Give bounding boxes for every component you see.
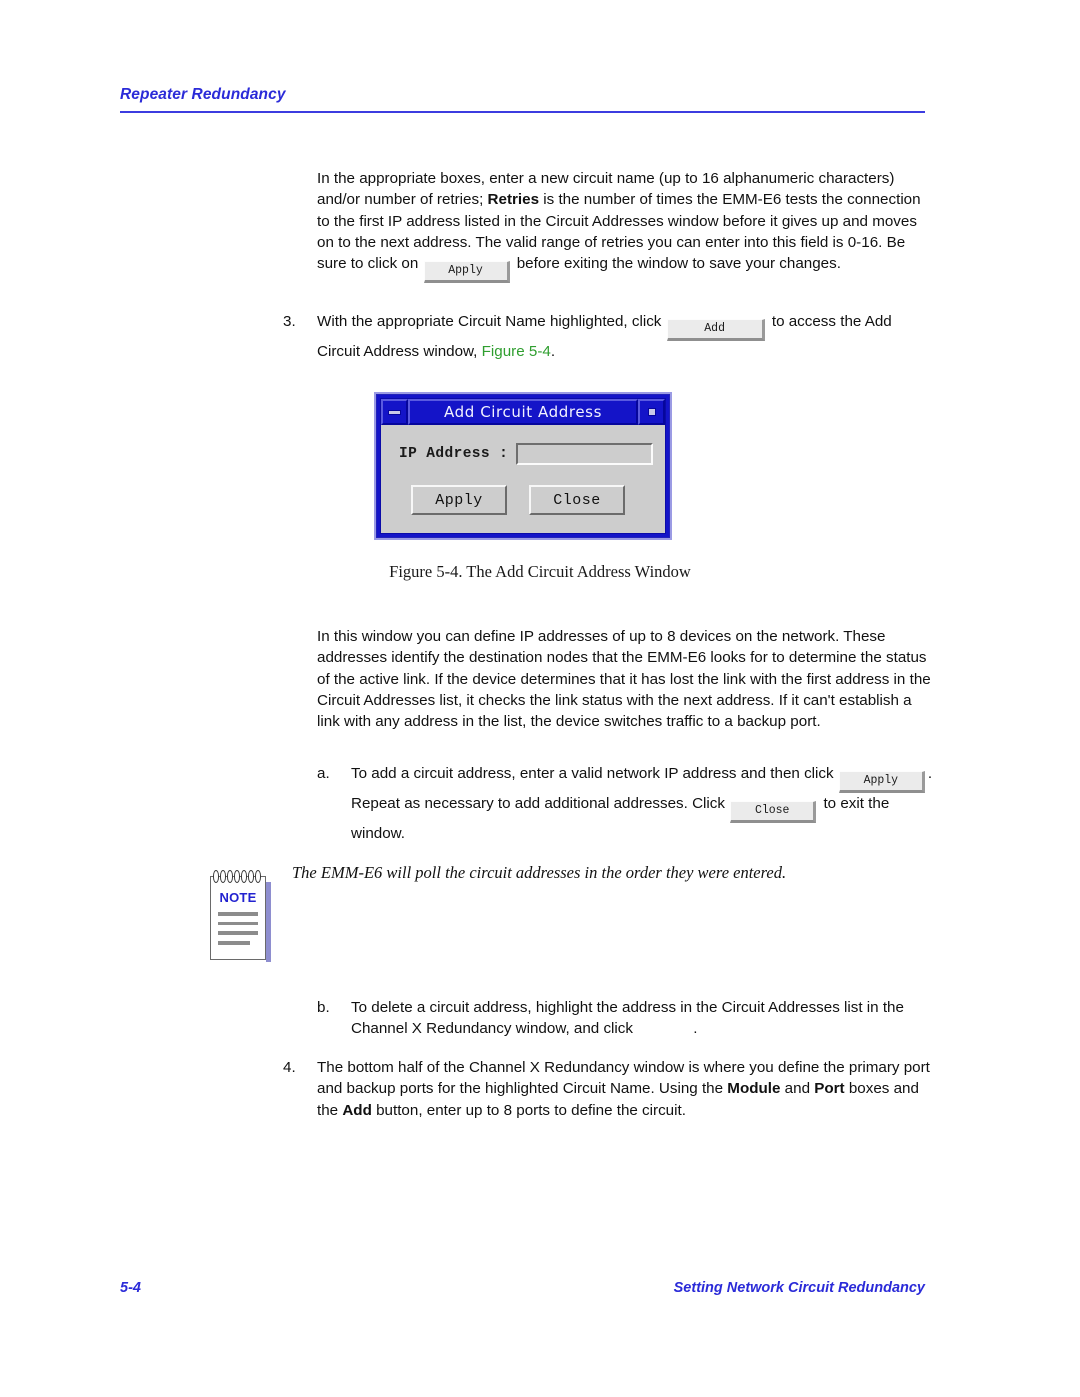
dialog-apply-button[interactable]: Apply <box>411 485 507 515</box>
step-3-marker: 3. <box>283 313 296 330</box>
step-3-part1: With the appropriate Circuit Name highli… <box>317 313 666 330</box>
step-a-part1: To add a circuit address, enter a valid … <box>351 765 838 782</box>
dialog-inner-frame: Add Circuit Address IP Address : Apply C… <box>380 398 666 534</box>
note-text: The EMM-E6 will poll the circuit address… <box>292 863 787 882</box>
maximize-glyph <box>647 408 656 416</box>
page-footer: 5-4 Setting Network Circuit Redundancy <box>120 1280 925 1296</box>
add-circuit-address-dialog: Add Circuit Address IP Address : Apply C… <box>374 392 672 540</box>
note-icon-lines <box>218 912 258 951</box>
step-a: a. To add a circuit address, enter a val… <box>317 763 937 844</box>
dialog-button-row: Apply Close <box>411 485 653 515</box>
body-paragraph: In this window you can define IP address… <box>317 628 931 731</box>
add-circuit-address-dialog-figure: Add Circuit Address IP Address : Apply C… <box>374 392 672 540</box>
running-header: Repeater Redundancy <box>120 86 925 113</box>
step-b-body: To delete a circuit address, highlight t… <box>351 997 937 1040</box>
intro-text-part3: before exiting the window to save your c… <box>512 255 841 273</box>
step-4-bold-module: Module <box>727 1080 781 1098</box>
step-3-part3: . <box>550 343 556 360</box>
figure-caption: Figure 5-4. The Add Circuit Address Wind… <box>389 562 691 581</box>
header-title: Repeater Redundancy <box>120 86 286 103</box>
intro-paragraph-block: In the appropriate boxes, enter a new ci… <box>317 168 937 284</box>
add-button-inline[interactable]: Add <box>666 319 765 341</box>
dialog-title: Add Circuit Address <box>408 399 638 425</box>
step-4-body: The bottom half of the Channel X Redunda… <box>317 1057 937 1121</box>
step-b-part2: . <box>693 1020 698 1038</box>
step-4-part4: button, enter up to 8 ports to define th… <box>371 1101 686 1119</box>
apply-button-inline[interactable]: Apply <box>423 261 510 284</box>
step-4-bold-add: Add <box>342 1101 372 1119</box>
step-3: 3. With the appropriate Circuit Name hig… <box>283 311 937 362</box>
figure-5-4-link[interactable]: Figure 5-4 <box>482 343 551 360</box>
dialog-client-area: IP Address : Apply Close <box>381 425 665 533</box>
note-icon-label: NOTE <box>219 890 257 905</box>
note-icon-rings <box>213 870 267 884</box>
ip-address-input[interactable] <box>516 443 653 465</box>
ip-address-field-row: IP Address : <box>399 443 653 465</box>
step-4-marker: 4. <box>283 1059 296 1076</box>
dialog-close-button[interactable]: Close <box>529 485 625 515</box>
apply-button-inline-2[interactable]: Apply <box>838 771 925 793</box>
step-b-part1: To delete a circuit address, highlight t… <box>351 999 904 1038</box>
close-button-inline[interactable]: Close <box>730 801 817 823</box>
ip-address-label: IP Address : <box>399 446 509 462</box>
note-icon-shadow <box>266 882 271 962</box>
footer-section-title: Setting Network Circuit Redundancy <box>673 1280 925 1296</box>
step-4-bold-port: Port <box>814 1080 845 1098</box>
step-a-marker: a. <box>317 765 330 782</box>
header-rule <box>120 111 925 113</box>
maximize-icon[interactable] <box>638 399 665 425</box>
step-3-body: With the appropriate Circuit Name highli… <box>317 311 937 362</box>
step-4-part2: and <box>780 1080 815 1098</box>
step-a-body: To add a circuit address, enter a valid … <box>351 763 937 844</box>
step-b-marker: b. <box>317 999 330 1016</box>
step-4: 4. The bottom half of the Channel X Redu… <box>283 1057 937 1121</box>
body-paragraph-block: In this window you can define IP address… <box>317 626 937 732</box>
intro-paragraph: In the appropriate boxes, enter a new ci… <box>317 168 937 284</box>
dialog-titlebar: Add Circuit Address <box>381 399 665 425</box>
note-icon: NOTE <box>210 870 272 962</box>
document-page: Repeater Redundancy In the appropriate b… <box>0 0 1080 1397</box>
step-b: b. To delete a circuit address, highligh… <box>317 997 937 1040</box>
minimize-glyph <box>388 409 401 415</box>
intro-bold-retries: Retries <box>487 191 540 209</box>
minimize-icon[interactable] <box>381 399 408 425</box>
footer-page-number: 5-4 <box>120 1280 141 1296</box>
